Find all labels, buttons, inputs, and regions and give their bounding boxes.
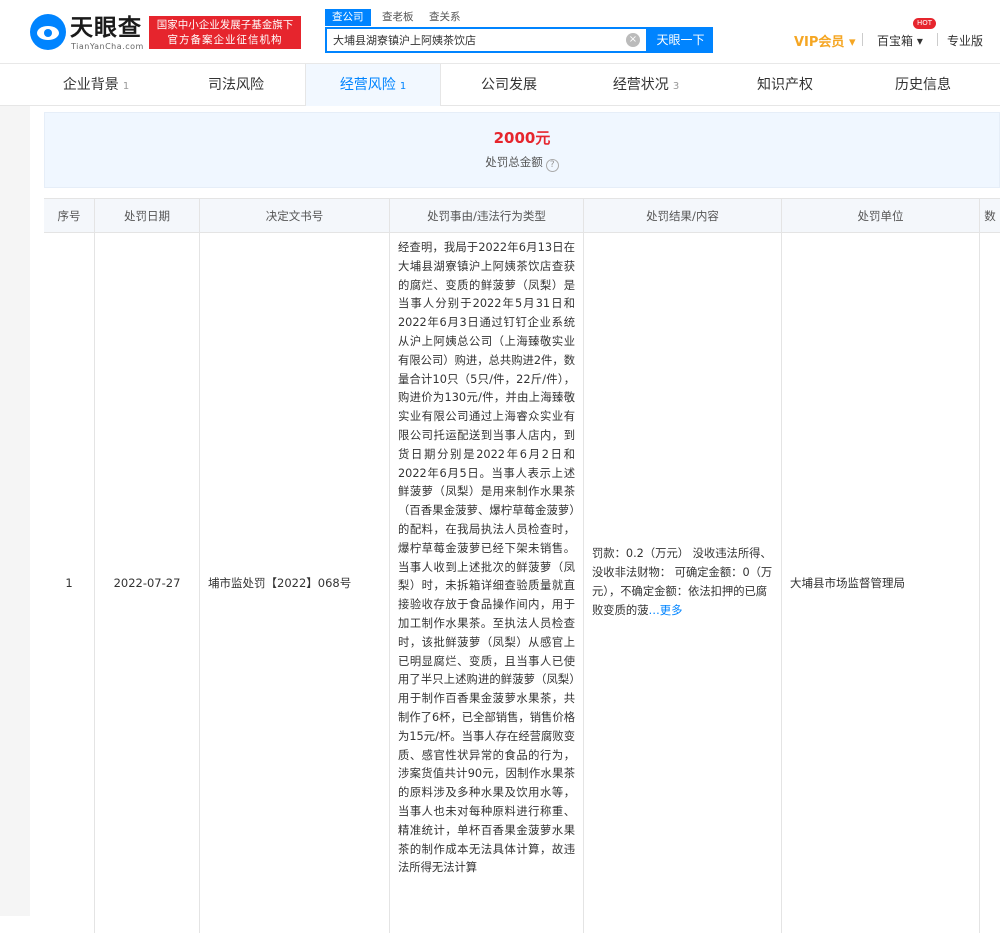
col-header-doc-no: 决定文书号 [200,199,390,232]
section-nav: 企业背景 1 司法风险 经营风险 1 公司发展 经营状况 3 知识产权 历史信息 [0,64,1000,106]
search-box: × [325,27,648,53]
cell-extra [980,233,1000,933]
cell-unit: 大埔县市场监督管理局 [782,233,980,933]
cell-date: 2022-07-27 [95,233,200,933]
toolbox-link[interactable]: 百宝箱 ▾ [877,32,923,49]
cell-index: 1 [44,233,95,933]
tab-company-development[interactable]: 公司发展 [441,64,577,106]
tab-enterprise-background[interactable]: 企业背景 1 [30,64,162,106]
col-header-reason: 处罚事由/违法行为类型 [390,199,584,232]
question-icon[interactable]: ? [545,159,559,172]
clear-icon[interactable]: × [626,33,640,47]
search-tab-relation[interactable]: 查关系 [422,9,468,26]
tab-intellectual-property[interactable]: 知识产权 [717,64,853,106]
penalty-summary: 2000元 处罚总金额? [44,112,1000,188]
penalty-reason-text: 经查明，我局于2022年6月13日在大埔县湖寮镇沪上阿姨茶饮店查获的腐烂、变质的… [398,241,575,875]
search-input[interactable] [333,29,623,51]
table-row: 1 2022-07-27 埔市监处罚【2022】068号 经查明，我局于2022… [44,233,1000,933]
penalty-date: 2022-07-27 [113,576,181,590]
col-header-more: 数 [984,209,996,223]
tab-label: 公司发展 [481,77,537,93]
table-header: 序号 处罚日期 决定文书号 处罚事由/违法行为类型 处罚结果/内容 处罚单位 数 [44,199,1000,233]
logo-subtitle: TianYanCha.com [71,42,144,51]
official-badge[interactable]: 国家中小企业发展子基金旗下 官方备案企业征信机构 [149,16,301,49]
penalty-total-amount: 2000元 [493,129,551,147]
eye-logo-icon [30,14,66,50]
tab-history-info[interactable]: 历史信息 [855,64,991,106]
col-header-result: 处罚结果/内容 [584,199,782,232]
cell-reason: 经查明，我局于2022年6月13日在大埔县湖寮镇沪上阿姨茶饮店查获的腐烂、变质的… [390,233,584,933]
col-header-date: 处罚日期 [95,199,200,232]
tab-count: 3 [672,81,680,92]
result-wrapper: 罚款：0.2（万元） 没收违法所得、没收非法财物： 可确定金额：0（万元），不确… [584,233,781,933]
badge-line-2: 官方备案企业征信机构 [167,34,283,46]
cell-doc-no: 埔市监处罚【2022】068号 [200,233,390,933]
vip-member-link[interactable]: VIP会员 ▾ [794,31,855,50]
summary-label-text: 处罚总金额 [485,155,543,169]
penalty-total-label: 处罚总金额? [45,154,999,172]
badge-line-1: 国家中小企业发展子基金旗下 [156,19,294,31]
tab-label: 经营状况 [612,77,669,93]
result-block: 罚款：0.2（万元） 没收违法所得、没收非法财物： 可确定金额：0（万元），不确… [584,545,781,620]
header-divider [862,33,863,46]
row-index: 1 [65,576,73,590]
tab-label: 企业背景 [62,77,119,93]
col-header-unit: 处罚单位 [782,199,980,232]
tab-count: 1 [399,81,407,92]
penalty-unit: 大埔县市场监督管理局 [790,576,905,590]
header-divider [937,33,938,46]
cell-result: 罚款：0.2（万元） 没收违法所得、没收非法财物： 可确定金额：0（万元），不确… [584,233,782,933]
tab-label: 知识产权 [757,77,813,93]
tab-operating-risk[interactable]: 经营风险 1 [305,64,441,106]
tab-count: 1 [122,81,130,92]
tab-judicial-risk[interactable]: 司法风险 [168,64,304,106]
left-gutter [0,106,30,916]
penalty-table: 序号 处罚日期 决定文书号 处罚事由/违法行为类型 处罚结果/内容 处罚单位 数… [44,198,1000,933]
col-header-index: 序号 [44,199,95,232]
top-header: 天眼查 TianYanCha.com 国家中小企业发展子基金旗下 官方备案企业征… [0,0,1000,64]
search-tab-company[interactable]: 查公司 [325,9,371,26]
tab-operating-status[interactable]: 经营状况 3 [578,64,714,106]
tab-label: 历史信息 [895,77,951,93]
pro-version-link[interactable]: 专业版 [947,32,983,49]
decision-doc-no: 埔市监处罚【2022】068号 [208,576,352,590]
tab-label: 司法风险 [208,77,264,93]
more-link[interactable]: …更多 [649,604,683,617]
tianyancha-logo[interactable]: 天眼查 TianYanCha.com [30,14,144,51]
tab-label: 经营风险 [339,77,396,93]
search-button[interactable]: 天眼一下 [648,27,713,53]
logo-name: 天眼查 [70,15,142,41]
hot-badge: HOT [913,18,937,29]
search-tab-boss[interactable]: 查老板 [375,9,421,26]
